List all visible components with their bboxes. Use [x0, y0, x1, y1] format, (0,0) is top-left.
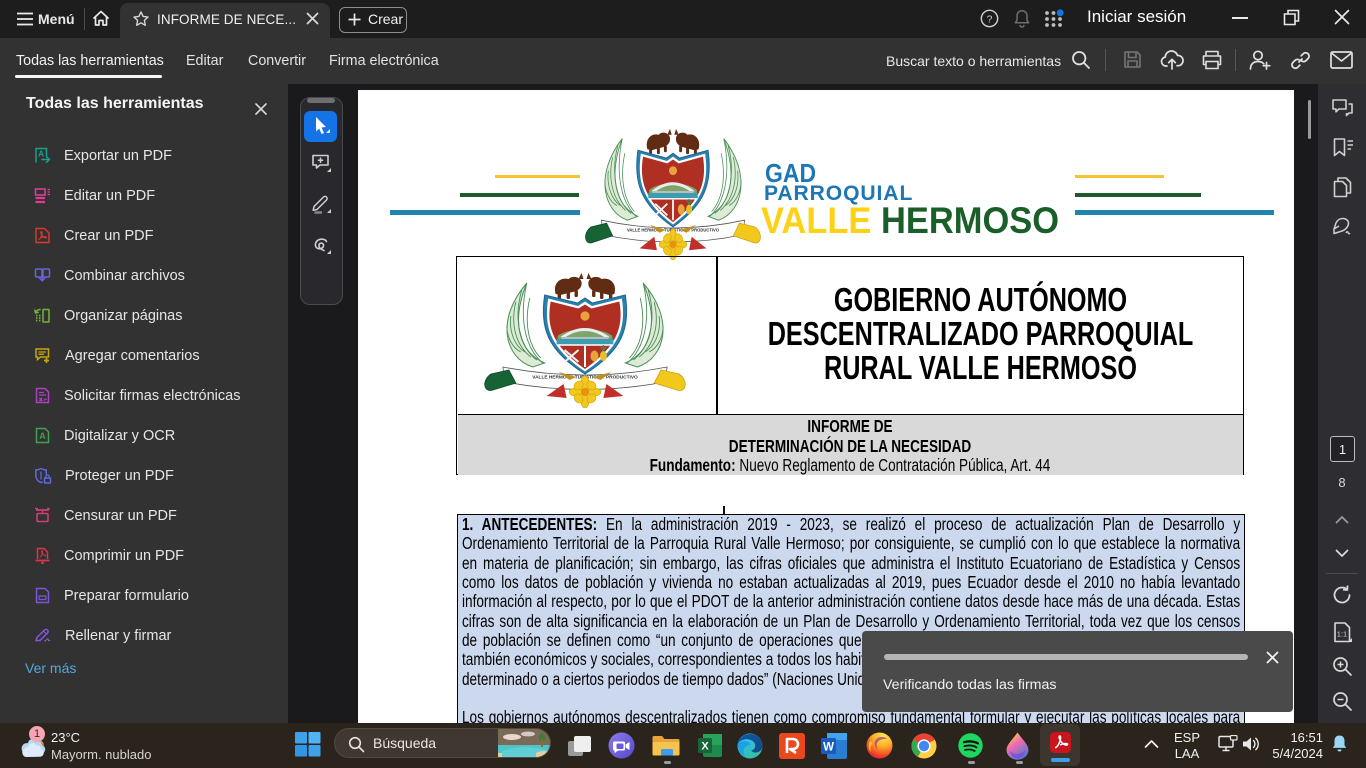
- svg-text:1:1: 1:1: [1337, 630, 1347, 639]
- svg-text:?: ?: [987, 14, 993, 25]
- svg-text:W: W: [823, 742, 834, 754]
- svg-text:A: A: [38, 150, 44, 159]
- svg-text:A: A: [39, 431, 46, 441]
- svg-text:X: X: [701, 741, 709, 753]
